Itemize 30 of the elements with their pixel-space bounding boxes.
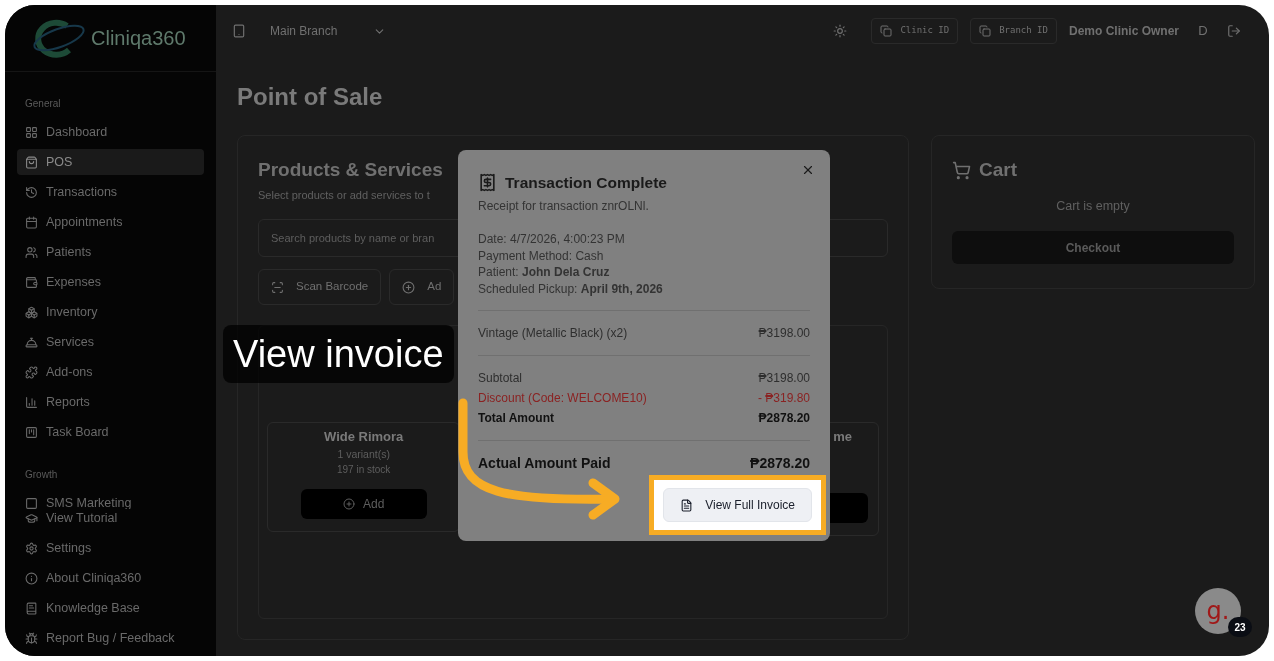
empty-message: Cart is empty bbox=[1056, 197, 1130, 215]
summary-label: Total Amount bbox=[478, 410, 554, 428]
detail-line: Scheduled Pickup: April 9th, 2026 bbox=[478, 280, 663, 298]
section-heading: General bbox=[24, 97, 62, 111]
notification-badge: 23 bbox=[1228, 617, 1252, 637]
paid-label: Actual Amount Paid bbox=[478, 454, 611, 474]
item-amount: ₱3198.00 bbox=[758, 325, 810, 343]
detail-line: Payment Method: Cash bbox=[478, 247, 604, 265]
detail-line: Patient: John Dela Cruz bbox=[478, 264, 610, 281]
product-name: Wide Rimora bbox=[324, 428, 404, 446]
summary-amount: ₱2878.20 bbox=[758, 410, 810, 428]
user-name: Demo Clinic Owner bbox=[1068, 23, 1179, 40]
item-name: Vintage (Metallic Black) (x2) bbox=[478, 325, 628, 343]
dialog-title: Transaction Complete bbox=[505, 173, 667, 193]
dialog-description: Receipt for transaction znrOLNl. bbox=[478, 198, 649, 216]
variant-count: 1 variant(s) bbox=[337, 446, 390, 462]
logo-text: Cliniqa360 bbox=[91, 26, 186, 51]
summary-amount: - ₱319.80 bbox=[757, 390, 810, 408]
product-name: me bbox=[833, 428, 852, 446]
panel-subtitle: Select products or add services to t bbox=[258, 187, 430, 203]
summary-amount: ₱3198.00 bbox=[758, 370, 810, 388]
paid-amount: ₱2878.20 bbox=[750, 454, 810, 474]
annotation-tooltip: View invoice bbox=[223, 325, 454, 383]
summary-label: Subtotal bbox=[478, 370, 523, 388]
panel-title: Products & Services bbox=[258, 158, 443, 182]
panel-title: Cart bbox=[979, 158, 1017, 182]
summary-label: Discount (Code: WELCOME10) bbox=[478, 390, 647, 408]
section-heading: Growth bbox=[24, 468, 59, 482]
detail-line: Date: 4/7/2026, 4:00:23 PM bbox=[478, 231, 625, 248]
page-title: Point of Sale bbox=[237, 82, 383, 112]
